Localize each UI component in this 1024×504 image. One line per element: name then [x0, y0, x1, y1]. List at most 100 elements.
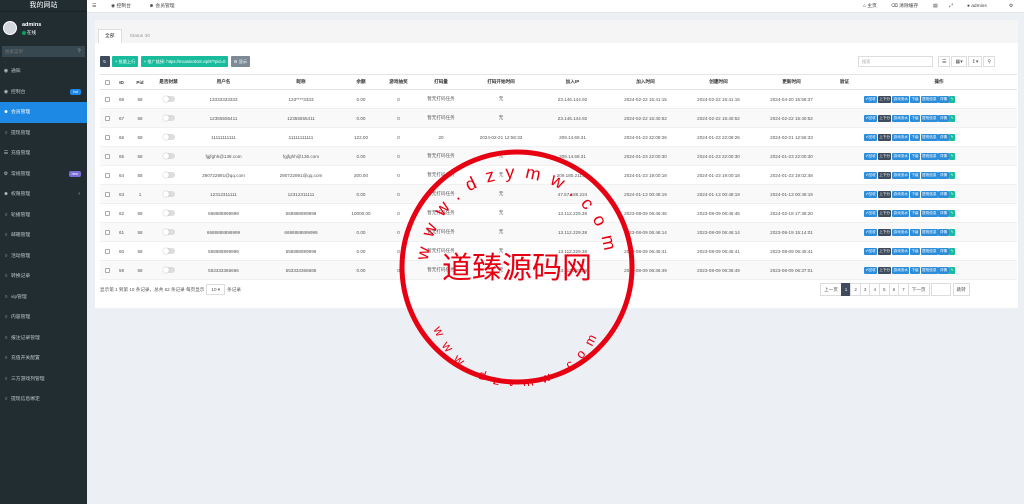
action-button[interactable]: ✔回收: [864, 133, 878, 141]
sidebar-item[interactable]: ○ 邮箱管理: [0, 225, 87, 246]
action-button[interactable]: 游戏流水: [891, 209, 910, 217]
sidebar-item[interactable]: ○ 活动管理: [0, 246, 87, 267]
tab-all[interactable]: 全部: [98, 29, 122, 43]
action-button[interactable]: ✔回收: [864, 114, 878, 122]
action-button[interactable]: 游戏流水: [891, 247, 910, 255]
action-button[interactable]: 上下分: [877, 152, 892, 160]
action-button[interactable]: 下级: [909, 209, 921, 217]
action-button[interactable]: 游戏流水: [891, 133, 910, 141]
column-header[interactable]: 更新时间: [755, 74, 828, 90]
action-button[interactable]: 提现信息: [920, 247, 938, 255]
sidebar-item[interactable]: ☰ 充值管理: [0, 143, 87, 164]
row-checkbox[interactable]: [104, 210, 110, 216]
action-button[interactable]: 提现信息: [920, 190, 938, 198]
ban-toggle[interactable]: [162, 267, 175, 273]
sidebar-item[interactable]: ○ 充值开关配置: [0, 348, 87, 369]
action-button[interactable]: 下级: [909, 190, 921, 198]
edit-button[interactable]: ✎: [949, 209, 956, 217]
action-button[interactable]: ✔回收: [864, 228, 878, 236]
sidebar-item[interactable]: ○ 轮播管理: [0, 205, 87, 226]
row-checkbox[interactable]: [104, 172, 110, 178]
row-checkbox[interactable]: [104, 153, 110, 159]
sidebar-item[interactable]: ○ 三方游戏列管理: [0, 369, 87, 390]
jump-button[interactable]: 跳转: [952, 283, 970, 296]
row-checkbox[interactable]: [104, 134, 110, 140]
export-icon[interactable]: ↥▾: [967, 56, 983, 67]
sidebar-search-input[interactable]: [2, 46, 74, 57]
sidebar-item[interactable]: ○ 提现管理: [0, 123, 87, 144]
action-button[interactable]: 游戏流水: [891, 171, 910, 179]
edit-button[interactable]: ✎: [949, 190, 956, 198]
tab-status-30[interactable]: Status 30: [124, 30, 156, 44]
ban-toggle[interactable]: [162, 96, 175, 102]
column-header[interactable]: Pid: [129, 74, 151, 90]
sidebar-item[interactable]: ○ 报注记录管理: [0, 328, 87, 349]
ban-toggle[interactable]: [162, 115, 175, 121]
action-button[interactable]: 详情: [938, 114, 949, 122]
next-page-button[interactable]: 下一页: [907, 283, 930, 296]
ban-toggle[interactable]: [162, 134, 175, 140]
action-button[interactable]: ✔回收: [864, 152, 878, 160]
row-checkbox[interactable]: [104, 115, 110, 121]
ban-toggle[interactable]: [162, 172, 175, 178]
columns-icon[interactable]: ▦▾: [951, 56, 967, 67]
action-button[interactable]: ✔回收: [864, 171, 878, 179]
language-icon[interactable]: ▤: [933, 0, 938, 13]
sidebar-item[interactable]: ○ 内容管理: [0, 307, 87, 328]
ban-toggle[interactable]: [162, 191, 175, 197]
column-header[interactable]: 创建时间: [682, 74, 755, 90]
edit-button[interactable]: ✎: [949, 266, 956, 274]
action-button[interactable]: 提现信息: [920, 228, 938, 236]
action-button[interactable]: 详情: [938, 171, 949, 179]
action-button[interactable]: 下级: [909, 228, 921, 236]
action-button[interactable]: 上下分: [877, 266, 892, 274]
home-link[interactable]: ⌂ 主页: [863, 0, 877, 13]
sidebar-item[interactable]: ☻ 会员管理: [0, 102, 87, 123]
action-button[interactable]: 游戏流水: [891, 228, 910, 236]
action-button[interactable]: ✔回收: [864, 266, 878, 274]
promo-link-button[interactable]: + 推广链接: https://mcasino618.vip/#/?pid=0: [140, 56, 229, 67]
action-button[interactable]: 详情: [938, 228, 949, 236]
column-header[interactable]: 是否封禁: [151, 74, 186, 90]
column-header[interactable]: 昵称: [261, 74, 341, 90]
action-button[interactable]: 提现信息: [920, 266, 938, 274]
action-button[interactable]: 上下分: [877, 190, 892, 198]
column-header[interactable]: ID: [114, 74, 129, 90]
edit-button[interactable]: ✎: [949, 228, 956, 236]
action-button[interactable]: 详情: [938, 133, 949, 141]
action-button[interactable]: ✔回收: [864, 209, 878, 217]
settings-icon[interactable]: ⚙: [1009, 0, 1013, 13]
search-icon[interactable]: ⚲: [77, 48, 81, 54]
column-header[interactable]: 打码开始时间: [466, 74, 536, 90]
select-all-checkbox[interactable]: [104, 79, 110, 85]
action-button[interactable]: 提现信息: [920, 152, 938, 160]
edit-button[interactable]: ✎: [949, 133, 956, 141]
sidebar-item[interactable]: ◉ 通知: [0, 61, 87, 82]
action-button[interactable]: 下级: [909, 247, 921, 255]
list-view-icon[interactable]: ☰: [938, 56, 951, 67]
action-button[interactable]: 游戏流水: [891, 152, 910, 160]
action-button[interactable]: 上下分: [877, 247, 892, 255]
ban-toggle[interactable]: [162, 153, 175, 159]
edit-button[interactable]: ✎: [949, 114, 956, 122]
column-header[interactable]: 加入时间: [609, 74, 682, 90]
tab-members[interactable]: ☻ 会员管理: [149, 0, 175, 13]
action-button[interactable]: 游戏流水: [891, 190, 910, 198]
action-button[interactable]: ✔回收: [864, 95, 878, 103]
ban-toggle[interactable]: [162, 248, 175, 254]
column-header[interactable]: 加入IP: [536, 74, 609, 90]
column-header[interactable]: 用户名: [186, 74, 261, 90]
action-button[interactable]: 下级: [909, 266, 921, 274]
column-header[interactable]: [100, 74, 114, 90]
column-header[interactable]: 余额: [341, 74, 381, 90]
sidebar-item[interactable]: ⚙ 常规管理 new: [0, 164, 87, 185]
action-button[interactable]: 提现信息: [920, 209, 938, 217]
action-button[interactable]: ✔回收: [864, 247, 878, 255]
per-page-select[interactable]: 10 ▾: [206, 284, 226, 295]
column-header[interactable]: 游戏抽奖: [381, 74, 416, 90]
action-button[interactable]: 下级: [909, 114, 921, 122]
action-button[interactable]: 提现信息: [920, 95, 938, 103]
advanced-search-icon[interactable]: ⚲: [983, 56, 996, 67]
refresh-button[interactable]: ↻: [100, 56, 110, 67]
sidebar-item[interactable]: ○ 提现信息绑定: [0, 389, 87, 410]
